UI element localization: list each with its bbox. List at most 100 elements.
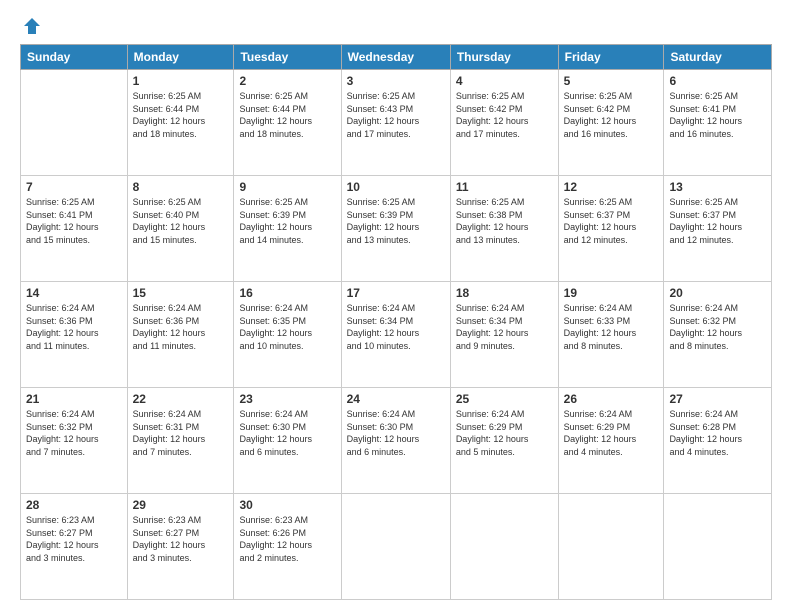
weekday-header: Thursday: [450, 45, 558, 70]
day-info: Sunrise: 6:24 AM Sunset: 6:33 PM Dayligh…: [564, 302, 659, 352]
calendar-cell: 5 Sunrise: 6:25 AM Sunset: 6:42 PM Daylig…: [558, 70, 664, 176]
day-info: Sunrise: 6:24 AM Sunset: 6:31 PM Dayligh…: [133, 408, 229, 458]
calendar-week-row: 7 Sunrise: 6:25 AM Sunset: 6:41 PM Daylig…: [21, 176, 772, 282]
day-info: Sunrise: 6:25 AM Sunset: 6:44 PM Dayligh…: [133, 90, 229, 140]
day-number: 1: [133, 74, 229, 88]
calendar-cell: [341, 494, 450, 600]
calendar-cell: 2 Sunrise: 6:25 AM Sunset: 6:44 PM Daylig…: [234, 70, 341, 176]
day-number: 23: [239, 392, 335, 406]
calendar-cell: 12 Sunrise: 6:25 AM Sunset: 6:37 PM Dayli…: [558, 176, 664, 282]
calendar-cell: 4 Sunrise: 6:25 AM Sunset: 6:42 PM Daylig…: [450, 70, 558, 176]
calendar-cell: 1 Sunrise: 6:25 AM Sunset: 6:44 PM Daylig…: [127, 70, 234, 176]
day-info: Sunrise: 6:25 AM Sunset: 6:42 PM Dayligh…: [564, 90, 659, 140]
calendar-cell: 6 Sunrise: 6:25 AM Sunset: 6:41 PM Daylig…: [664, 70, 772, 176]
weekday-header: Saturday: [664, 45, 772, 70]
day-info: Sunrise: 6:25 AM Sunset: 6:44 PM Dayligh…: [239, 90, 335, 140]
calendar-cell: 21 Sunrise: 6:24 AM Sunset: 6:32 PM Dayli…: [21, 388, 128, 494]
day-info: Sunrise: 6:24 AM Sunset: 6:32 PM Dayligh…: [669, 302, 766, 352]
day-number: 18: [456, 286, 553, 300]
day-info: Sunrise: 6:25 AM Sunset: 6:39 PM Dayligh…: [347, 196, 445, 246]
day-number: 20: [669, 286, 766, 300]
day-number: 24: [347, 392, 445, 406]
calendar-cell: 7 Sunrise: 6:25 AM Sunset: 6:41 PM Daylig…: [21, 176, 128, 282]
day-number: 15: [133, 286, 229, 300]
calendar-cell: [450, 494, 558, 600]
day-info: Sunrise: 6:25 AM Sunset: 6:41 PM Dayligh…: [26, 196, 122, 246]
day-number: 16: [239, 286, 335, 300]
day-info: Sunrise: 6:24 AM Sunset: 6:29 PM Dayligh…: [564, 408, 659, 458]
day-info: Sunrise: 6:23 AM Sunset: 6:27 PM Dayligh…: [133, 514, 229, 564]
calendar-cell: 15 Sunrise: 6:24 AM Sunset: 6:36 PM Dayli…: [127, 282, 234, 388]
day-number: 4: [456, 74, 553, 88]
calendar-cell: 9 Sunrise: 6:25 AM Sunset: 6:39 PM Daylig…: [234, 176, 341, 282]
weekday-header: Wednesday: [341, 45, 450, 70]
day-number: 2: [239, 74, 335, 88]
day-number: 8: [133, 180, 229, 194]
calendar-cell: 3Sunrise: 6:25 AM Sunset: 6:43 PM Daylig…: [341, 70, 450, 176]
day-info: Sunrise: 6:24 AM Sunset: 6:34 PM Dayligh…: [456, 302, 553, 352]
calendar-cell: 8 Sunrise: 6:25 AM Sunset: 6:40 PM Daylig…: [127, 176, 234, 282]
calendar-cell: 27 Sunrise: 6:24 AM Sunset: 6:28 PM Dayli…: [664, 388, 772, 494]
calendar-cell: 29 Sunrise: 6:23 AM Sunset: 6:27 PM Dayli…: [127, 494, 234, 600]
day-number: 17: [347, 286, 445, 300]
calendar-cell: [558, 494, 664, 600]
calendar-cell: 30 Sunrise: 6:23 AM Sunset: 6:26 PM Dayli…: [234, 494, 341, 600]
day-info: Sunrise: 6:23 AM Sunset: 6:26 PM Dayligh…: [239, 514, 335, 564]
day-number: 28: [26, 498, 122, 512]
day-number: 6: [669, 74, 766, 88]
day-number: 5: [564, 74, 659, 88]
weekday-header: Sunday: [21, 45, 128, 70]
day-info: Sunrise: 6:24 AM Sunset: 6:32 PM Dayligh…: [26, 408, 122, 458]
day-number: 30: [239, 498, 335, 512]
weekday-header: Monday: [127, 45, 234, 70]
day-number: 14: [26, 286, 122, 300]
day-info: Sunrise: 6:25 AM Sunset: 6:43 PM Dayligh…: [347, 90, 445, 140]
calendar-week-row: 1 Sunrise: 6:25 AM Sunset: 6:44 PM Daylig…: [21, 70, 772, 176]
weekday-header: Tuesday: [234, 45, 341, 70]
day-info: Sunrise: 6:25 AM Sunset: 6:38 PM Dayligh…: [456, 196, 553, 246]
day-info: Sunrise: 6:25 AM Sunset: 6:37 PM Dayligh…: [564, 196, 659, 246]
day-number: 11: [456, 180, 553, 194]
day-number: 27: [669, 392, 766, 406]
page: SundayMondayTuesdayWednesdayThursdayFrid…: [0, 0, 792, 612]
calendar-cell: 13Sunrise: 6:25 AM Sunset: 6:37 PM Dayli…: [664, 176, 772, 282]
calendar-cell: 25 Sunrise: 6:24 AM Sunset: 6:29 PM Dayli…: [450, 388, 558, 494]
day-number: 29: [133, 498, 229, 512]
top-section: [20, 16, 772, 36]
day-number: 12: [564, 180, 659, 194]
calendar-cell: 26Sunrise: 6:24 AM Sunset: 6:29 PM Dayli…: [558, 388, 664, 494]
calendar: SundayMondayTuesdayWednesdayThursdayFrid…: [20, 44, 772, 600]
day-info: Sunrise: 6:24 AM Sunset: 6:34 PM Dayligh…: [347, 302, 445, 352]
day-info: Sunrise: 6:25 AM Sunset: 6:42 PM Dayligh…: [456, 90, 553, 140]
day-info: Sunrise: 6:23 AM Sunset: 6:27 PM Dayligh…: [26, 514, 122, 564]
calendar-week-row: 14 Sunrise: 6:24 AM Sunset: 6:36 PM Dayli…: [21, 282, 772, 388]
day-number: 21: [26, 392, 122, 406]
day-number: 9: [239, 180, 335, 194]
day-info: Sunrise: 6:24 AM Sunset: 6:36 PM Dayligh…: [26, 302, 122, 352]
day-info: Sunrise: 6:24 AM Sunset: 6:36 PM Dayligh…: [133, 302, 229, 352]
day-info: Sunrise: 6:25 AM Sunset: 6:41 PM Dayligh…: [669, 90, 766, 140]
calendar-week-row: 28 Sunrise: 6:23 AM Sunset: 6:27 PM Dayli…: [21, 494, 772, 600]
logo: [20, 16, 42, 36]
calendar-cell: 20 Sunrise: 6:24 AM Sunset: 6:32 PM Dayli…: [664, 282, 772, 388]
day-info: Sunrise: 6:25 AM Sunset: 6:40 PM Dayligh…: [133, 196, 229, 246]
day-number: 25: [456, 392, 553, 406]
day-info: Sunrise: 6:24 AM Sunset: 6:28 PM Dayligh…: [669, 408, 766, 458]
day-info: Sunrise: 6:24 AM Sunset: 6:35 PM Dayligh…: [239, 302, 335, 352]
calendar-cell: 10Sunrise: 6:25 AM Sunset: 6:39 PM Dayli…: [341, 176, 450, 282]
calendar-cell: [21, 70, 128, 176]
weekday-header: Friday: [558, 45, 664, 70]
day-number: 7: [26, 180, 122, 194]
calendar-week-row: 21 Sunrise: 6:24 AM Sunset: 6:32 PM Dayli…: [21, 388, 772, 494]
day-info: Sunrise: 6:24 AM Sunset: 6:30 PM Dayligh…: [347, 408, 445, 458]
calendar-cell: 19Sunrise: 6:24 AM Sunset: 6:33 PM Dayli…: [558, 282, 664, 388]
calendar-cell: 22Sunrise: 6:24 AM Sunset: 6:31 PM Dayli…: [127, 388, 234, 494]
calendar-cell: 14 Sunrise: 6:24 AM Sunset: 6:36 PM Dayli…: [21, 282, 128, 388]
calendar-cell: 11 Sunrise: 6:25 AM Sunset: 6:38 PM Dayli…: [450, 176, 558, 282]
day-info: Sunrise: 6:24 AM Sunset: 6:30 PM Dayligh…: [239, 408, 335, 458]
day-info: Sunrise: 6:24 AM Sunset: 6:29 PM Dayligh…: [456, 408, 553, 458]
day-info: Sunrise: 6:25 AM Sunset: 6:39 PM Dayligh…: [239, 196, 335, 246]
calendar-cell: 23 Sunrise: 6:24 AM Sunset: 6:30 PM Dayli…: [234, 388, 341, 494]
calendar-cell: 28 Sunrise: 6:23 AM Sunset: 6:27 PM Dayli…: [21, 494, 128, 600]
logo-icon: [22, 16, 42, 36]
